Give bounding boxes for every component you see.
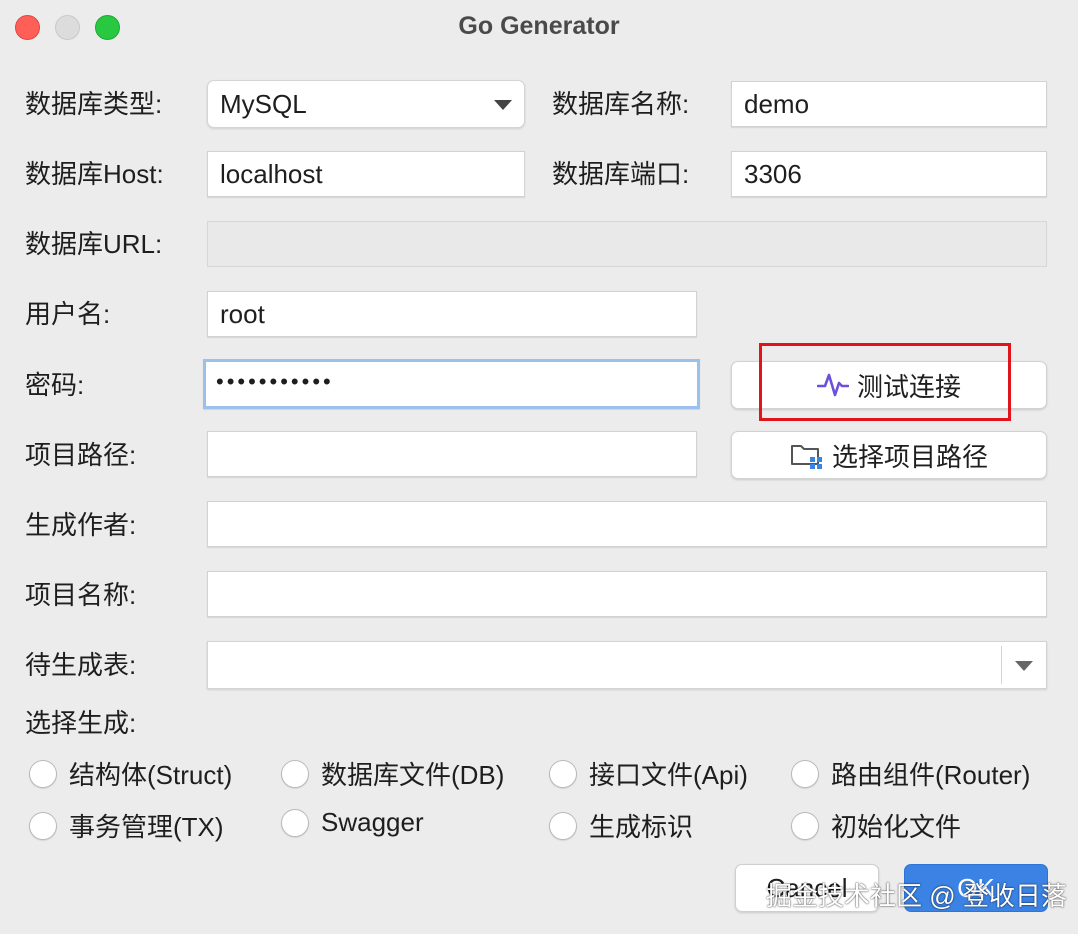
radio-button[interactable] [281, 759, 309, 788]
option-api[interactable]: 接口文件(Api) [549, 755, 748, 792]
option-label: 数据库文件(DB) [321, 760, 505, 790]
option-label: 生成标识 [589, 812, 694, 842]
option-label: 事务管理(TX) [69, 812, 224, 842]
radio-button[interactable] [791, 759, 819, 788]
folder-icon [790, 441, 824, 469]
project-path-input[interactable] [207, 431, 697, 477]
watermark: 掘金技术社区 @ 登收日落 [766, 881, 1067, 911]
title-bar: Go Generator [0, 0, 1078, 56]
choose-project-path-button[interactable]: 选择项目路径 [731, 431, 1047, 479]
chevron-down-icon [494, 100, 512, 110]
db-port-input[interactable]: 3306 [731, 151, 1047, 197]
option-struct[interactable]: 结构体(Struct) [29, 755, 232, 792]
password-input[interactable]: ••••••••••• [203, 359, 700, 409]
radio-button[interactable] [549, 811, 577, 840]
tables-label: 待生成表: [25, 650, 137, 680]
option-tx[interactable]: 事务管理(TX) [29, 807, 224, 844]
project-path-label: 项目路径: [25, 440, 137, 470]
db-type-select[interactable]: MySQL [207, 80, 525, 128]
project-name-label: 项目名称: [25, 580, 137, 610]
author-label: 生成作者: [25, 510, 137, 540]
option-db[interactable]: 数据库文件(DB) [281, 755, 504, 792]
db-url-label: 数据库URL: [25, 229, 163, 259]
option-label: Swagger [321, 807, 424, 837]
option-router[interactable]: 路由组件(Router) [791, 755, 1030, 792]
highlight-box [759, 343, 1011, 421]
db-url-input [207, 221, 1047, 267]
option-label: 路由组件(Router) [831, 760, 1031, 790]
db-name-label: 数据库名称: [552, 89, 690, 119]
radio-button[interactable] [29, 759, 57, 788]
username-input[interactable]: root [207, 291, 697, 337]
go-generator-dialog: Go Generator 数据库类型: MySQL 数据库名称: demo 数据… [0, 0, 1078, 934]
db-port-label: 数据库端口: [552, 159, 690, 189]
db-host-input[interactable]: localhost [207, 151, 525, 197]
db-name-input[interactable]: demo [731, 81, 1047, 127]
option-init[interactable]: 初始化文件 [791, 807, 961, 844]
option-label: 接口文件(Api) [589, 760, 748, 790]
radio-button[interactable] [549, 759, 577, 788]
password-label: 密码: [25, 370, 85, 400]
radio-button[interactable] [791, 811, 819, 840]
option-marker[interactable]: 生成标识 [549, 807, 693, 844]
db-type-value: MySQL [220, 89, 307, 119]
username-label: 用户名: [25, 299, 111, 329]
choose-project-path-label: 选择项目路径 [831, 441, 988, 472]
option-swagger[interactable]: Swagger [281, 807, 424, 838]
author-input[interactable] [207, 501, 1047, 547]
window-title: Go Generator [458, 12, 620, 40]
db-type-label: 数据库类型: [25, 89, 163, 119]
combo-divider [1001, 646, 1002, 684]
option-label: 结构体(Struct) [69, 760, 233, 790]
option-label: 初始化文件 [831, 812, 962, 842]
db-host-label: 数据库Host: [25, 159, 164, 189]
tables-combo[interactable] [207, 641, 1047, 689]
radio-button[interactable] [281, 808, 309, 837]
radio-button[interactable] [29, 811, 57, 840]
project-name-input[interactable] [207, 571, 1047, 617]
generate-options-label: 选择生成: [25, 708, 137, 738]
chevron-down-icon[interactable] [1015, 661, 1033, 671]
